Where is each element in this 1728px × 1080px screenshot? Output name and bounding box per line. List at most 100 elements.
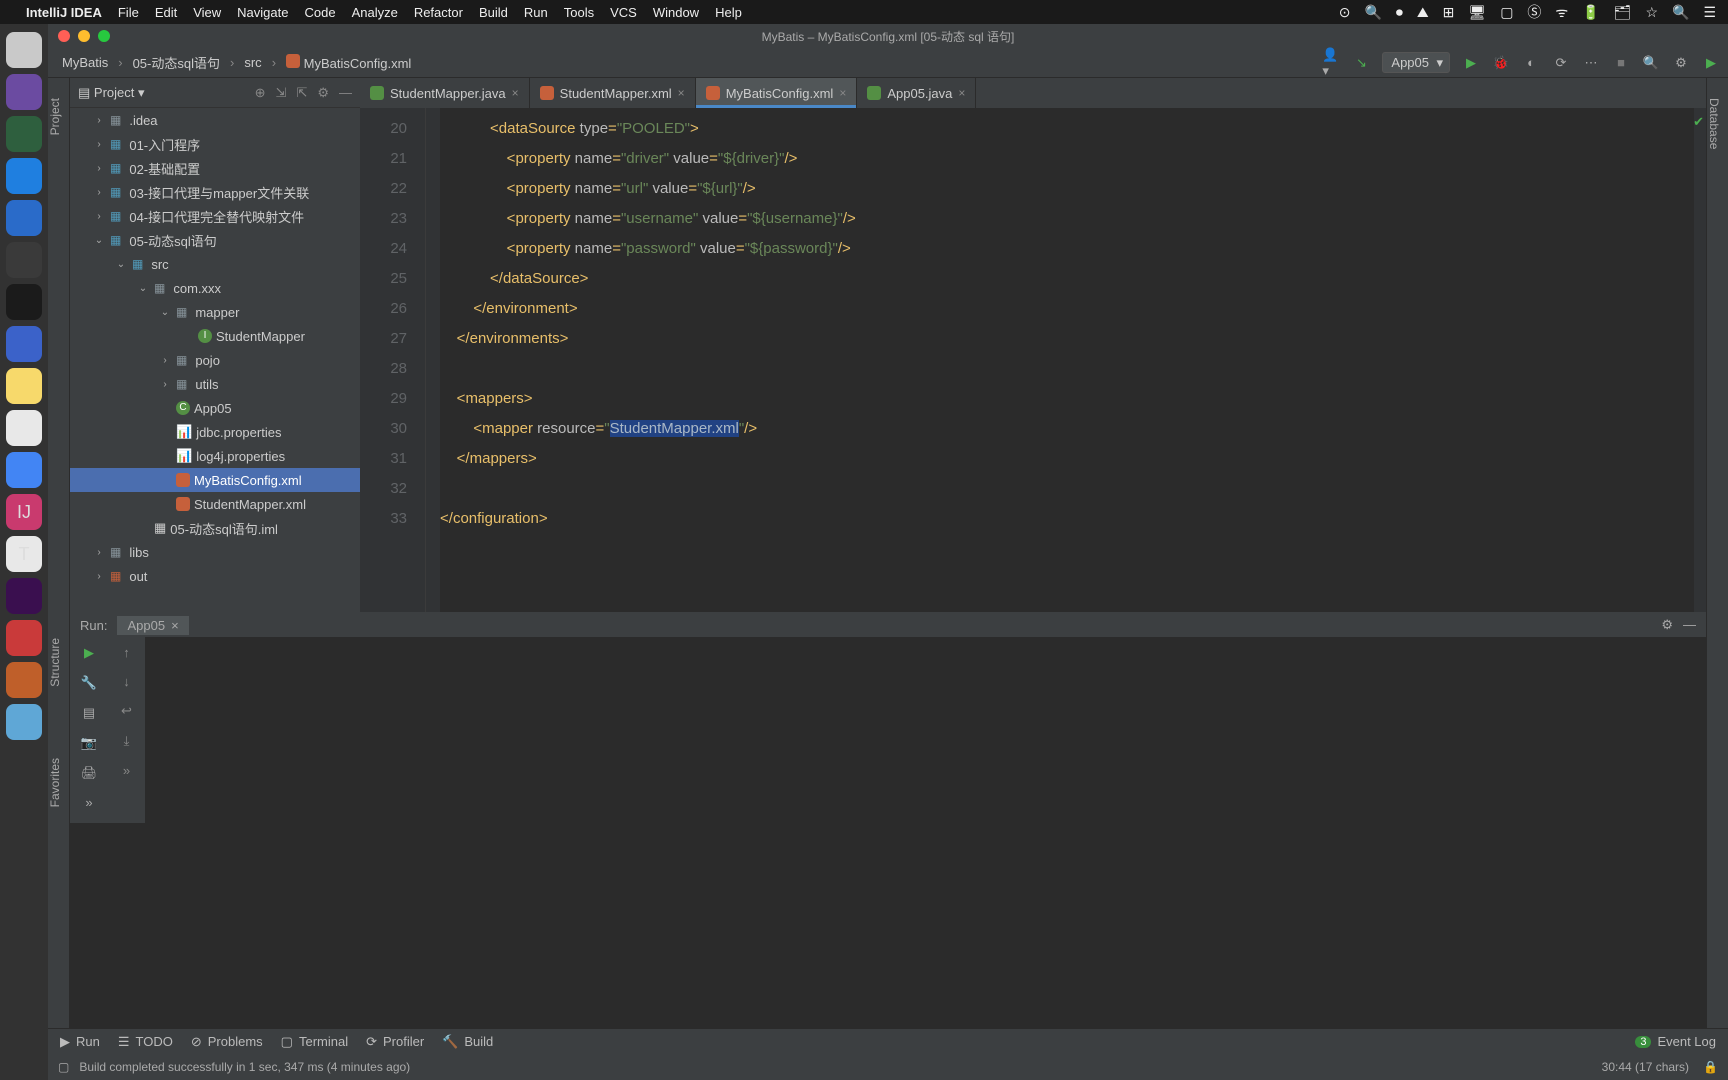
collapse-icon[interactable]: ⇱ [296,85,307,101]
lock-icon[interactable]: 🔒 [1703,1060,1718,1074]
menu-file[interactable]: File [118,5,139,20]
tree-node[interactable]: ›▦.idea [70,108,360,132]
tree-node[interactable]: I StudentMapper [70,324,360,348]
wrap-icon[interactable]: ↩ [121,703,132,719]
tree-node[interactable]: StudentMapper.xml [70,492,360,516]
down-icon[interactable]: ↓ [123,674,130,689]
display-icon[interactable]: ▢ [1500,4,1513,21]
bottom-todo[interactable]: ☰ TODO [118,1034,173,1050]
dock-app-icon[interactable] [6,620,42,656]
layout-icon[interactable]: ▤ [83,705,95,721]
crumb-project[interactable]: MyBatis [56,53,114,72]
tree-node[interactable]: ⌄▦src [70,252,360,276]
print-icon[interactable]: 🖨 [81,765,98,781]
dock-chrome-icon[interactable] [6,452,42,488]
bottom-eventlog[interactable]: Event Log [1657,1034,1716,1049]
tree-node[interactable]: ›▦03-接口代理与mapper文件关联 [70,180,360,204]
tree-node[interactable]: 📊 log4j.properties [70,444,360,468]
dock-vscode-icon[interactable] [6,200,42,236]
close-window-icon[interactable] [58,30,70,42]
tree-node[interactable]: ›▦utils [70,372,360,396]
menu-analyze[interactable]: Analyze [352,5,398,20]
bottom-profiler[interactable]: ⟳ Profiler [366,1034,424,1050]
close-icon[interactable]: × [171,618,179,633]
run-tab[interactable]: App05 × [117,616,188,635]
play-store-icon[interactable]: ▶ [1702,54,1720,72]
dock-app-icon[interactable] [6,662,42,698]
hide-icon[interactable]: — [339,85,352,101]
menu-code[interactable]: Code [304,5,335,20]
camera-icon[interactable]: 📷 [81,735,97,751]
tree-node[interactable]: ›▦libs [70,540,360,564]
dock-app-icon[interactable] [6,74,42,110]
settings-icon[interactable]: ⚙ [1672,54,1690,72]
close-icon[interactable]: × [839,86,846,100]
project-label[interactable]: ▤ Project ▾ [78,85,145,101]
hide-icon[interactable]: — [1683,617,1696,633]
tree-node-selected[interactable]: MyBatisConfig.xml [70,468,360,492]
minimize-window-icon[interactable] [78,30,90,42]
more-icon[interactable]: » [85,795,92,810]
more-icon[interactable]: » [123,763,130,778]
control-center-icon[interactable]: ☰ [1703,4,1716,21]
dock-app-icon[interactable] [6,242,42,278]
dock-notion-icon[interactable] [6,410,42,446]
profile-icon[interactable]: ⟳ [1552,54,1570,72]
bottom-problems[interactable]: ⊘ Problems [191,1034,263,1050]
menu-tools[interactable]: Tools [564,5,594,20]
menu-view[interactable]: View [193,5,221,20]
gear-icon[interactable]: ⚙ [317,85,329,101]
dock-app-icon[interactable] [6,116,42,152]
bottom-terminal[interactable]: ▢ Terminal [281,1034,348,1050]
run-config-selector[interactable]: App05 [1382,52,1450,73]
grid-icon[interactable]: ⊞ [1443,4,1455,21]
tab-favorites[interactable]: Favorites [48,758,62,807]
crumb-src[interactable]: src [238,53,267,72]
editor-tab[interactable]: App05.java× [857,78,976,108]
menu-window[interactable]: Window [653,5,699,20]
s-icon[interactable]: Ⓢ [1527,2,1541,22]
run-button-icon[interactable]: ▶ [1462,54,1480,72]
dock-notes-icon[interactable] [6,368,42,404]
tree-node[interactable]: ›▦04-接口代理完全替代映射文件 [70,204,360,228]
tree-node[interactable]: ⌄▦com.xxx [70,276,360,300]
dock-intellij-icon[interactable]: IJ [6,494,42,530]
menu-vcs[interactable]: VCS [610,5,637,20]
editor-tab[interactable]: StudentMapper.java× [360,78,530,108]
wifi-icon[interactable]: ᯤ [1555,3,1568,22]
build-hammer-icon[interactable]: ↘ [1352,54,1370,72]
up-icon[interactable]: ↑ [123,645,130,660]
crumb-module[interactable]: 05-动态sql语句 [127,51,226,74]
locate-icon[interactable]: ⊕ [255,85,266,101]
tree-icon[interactable]: ⛰ [1417,4,1429,21]
menu-refactor[interactable]: Refactor [414,5,463,20]
scroll-icon[interactable]: ⤓ [124,733,130,749]
screen-icon[interactable]: 🖥 [1468,4,1486,21]
rerun-icon[interactable]: ▶ [84,645,94,661]
app-name[interactable]: IntelliJ IDEA [26,5,102,20]
tree-node[interactable]: ›▦02-基础配置 [70,156,360,180]
user-icon[interactable]: 👤▾ [1322,54,1340,72]
tree-node[interactable]: ›▦01-入门程序 [70,132,360,156]
search-icon[interactable]: 🔍 [1364,4,1381,21]
bottom-run[interactable]: ▶ Run [60,1034,100,1050]
crumb-file[interactable]: MyBatisConfig.xml [280,52,417,73]
battery-icon[interactable]: 🔋 [1582,4,1599,21]
tray-icon[interactable]: 🗂 [1614,4,1632,21]
bottom-build[interactable]: 🔨 Build [442,1034,493,1050]
menu-edit[interactable]: Edit [155,5,177,20]
editor-tab[interactable]: StudentMapper.xml× [530,78,696,108]
rec-icon[interactable]: ⏺ [1396,4,1403,21]
close-icon[interactable]: × [678,86,685,100]
spotlight-icon[interactable]: 🔍 [1672,4,1689,21]
menu-help[interactable]: Help [715,5,742,20]
coverage-icon[interactable]: ◐ [1522,54,1540,72]
dock-finder-icon[interactable] [6,32,42,68]
tab-database[interactable]: Database [1707,98,1721,149]
tree-node[interactable]: ›▦pojo [70,348,360,372]
tree-node[interactable]: C App05 [70,396,360,420]
menu-run[interactable]: Run [524,5,548,20]
status-rect-icon[interactable]: ▢ [58,1060,69,1074]
tree-node[interactable]: ⌄▦05-动态sql语句 [70,228,360,252]
attach-icon[interactable]: ⋯ [1582,54,1600,72]
